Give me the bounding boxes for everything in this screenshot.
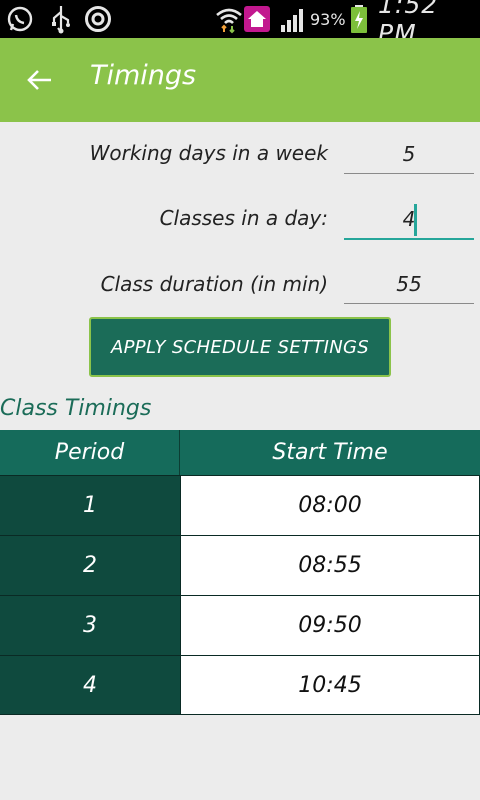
start-time-cell[interactable]: 08:00 <box>180 476 480 535</box>
status-bar: 93% 1:52 PM <box>0 0 480 48</box>
page-title: Timings <box>90 60 197 91</box>
table-header: Period Start Time <box>0 430 480 475</box>
app-icon <box>84 0 112 38</box>
start-time-cell[interactable]: 10:45 <box>180 656 480 714</box>
class-timings-table: Period Start Time 1 08:00 2 08:55 3 09:5… <box>0 430 480 715</box>
action-bar: Timings <box>0 38 480 122</box>
period-cell: 1 <box>0 476 180 535</box>
table-row[interactable]: 3 09:50 <box>0 595 480 655</box>
classes-per-day-label: Classes in a day: <box>159 206 328 230</box>
text-cursor <box>414 204 417 236</box>
classes-per-day-input[interactable] <box>344 200 474 240</box>
class-duration-label: Class duration (in min) <box>100 272 328 296</box>
start-time-cell[interactable]: 08:55 <box>180 536 480 595</box>
arrow-back-icon <box>27 70 51 90</box>
battery-charging-icon <box>350 0 368 38</box>
table-row[interactable]: 1 08:00 <box>0 475 480 535</box>
period-column-header: Period <box>0 430 180 475</box>
class-duration-input[interactable] <box>344 264 474 304</box>
signal-icon <box>280 0 308 38</box>
table-row[interactable]: 4 10:45 <box>0 655 480 715</box>
battery-percent: 93% <box>310 9 346 29</box>
class-timings-title: Class Timings <box>0 396 152 421</box>
home-icon <box>244 0 270 38</box>
working-days-input[interactable] <box>344 134 474 174</box>
whatsapp-icon <box>6 0 34 38</box>
period-cell: 3 <box>0 596 180 655</box>
period-cell: 2 <box>0 536 180 595</box>
wifi-icon <box>214 0 244 38</box>
back-button[interactable] <box>16 58 64 102</box>
clock: 1:52 PM <box>378 0 439 48</box>
apply-schedule-settings-button[interactable]: APPLY SCHEDULE SETTINGS <box>89 317 391 377</box>
usb-icon <box>48 0 74 38</box>
start-time-column-header: Start Time <box>272 440 388 465</box>
start-time-cell[interactable]: 09:50 <box>180 596 480 655</box>
period-cell: 4 <box>0 656 180 714</box>
table-row[interactable]: 2 08:55 <box>0 535 480 595</box>
working-days-label: Working days in a week <box>89 141 328 165</box>
